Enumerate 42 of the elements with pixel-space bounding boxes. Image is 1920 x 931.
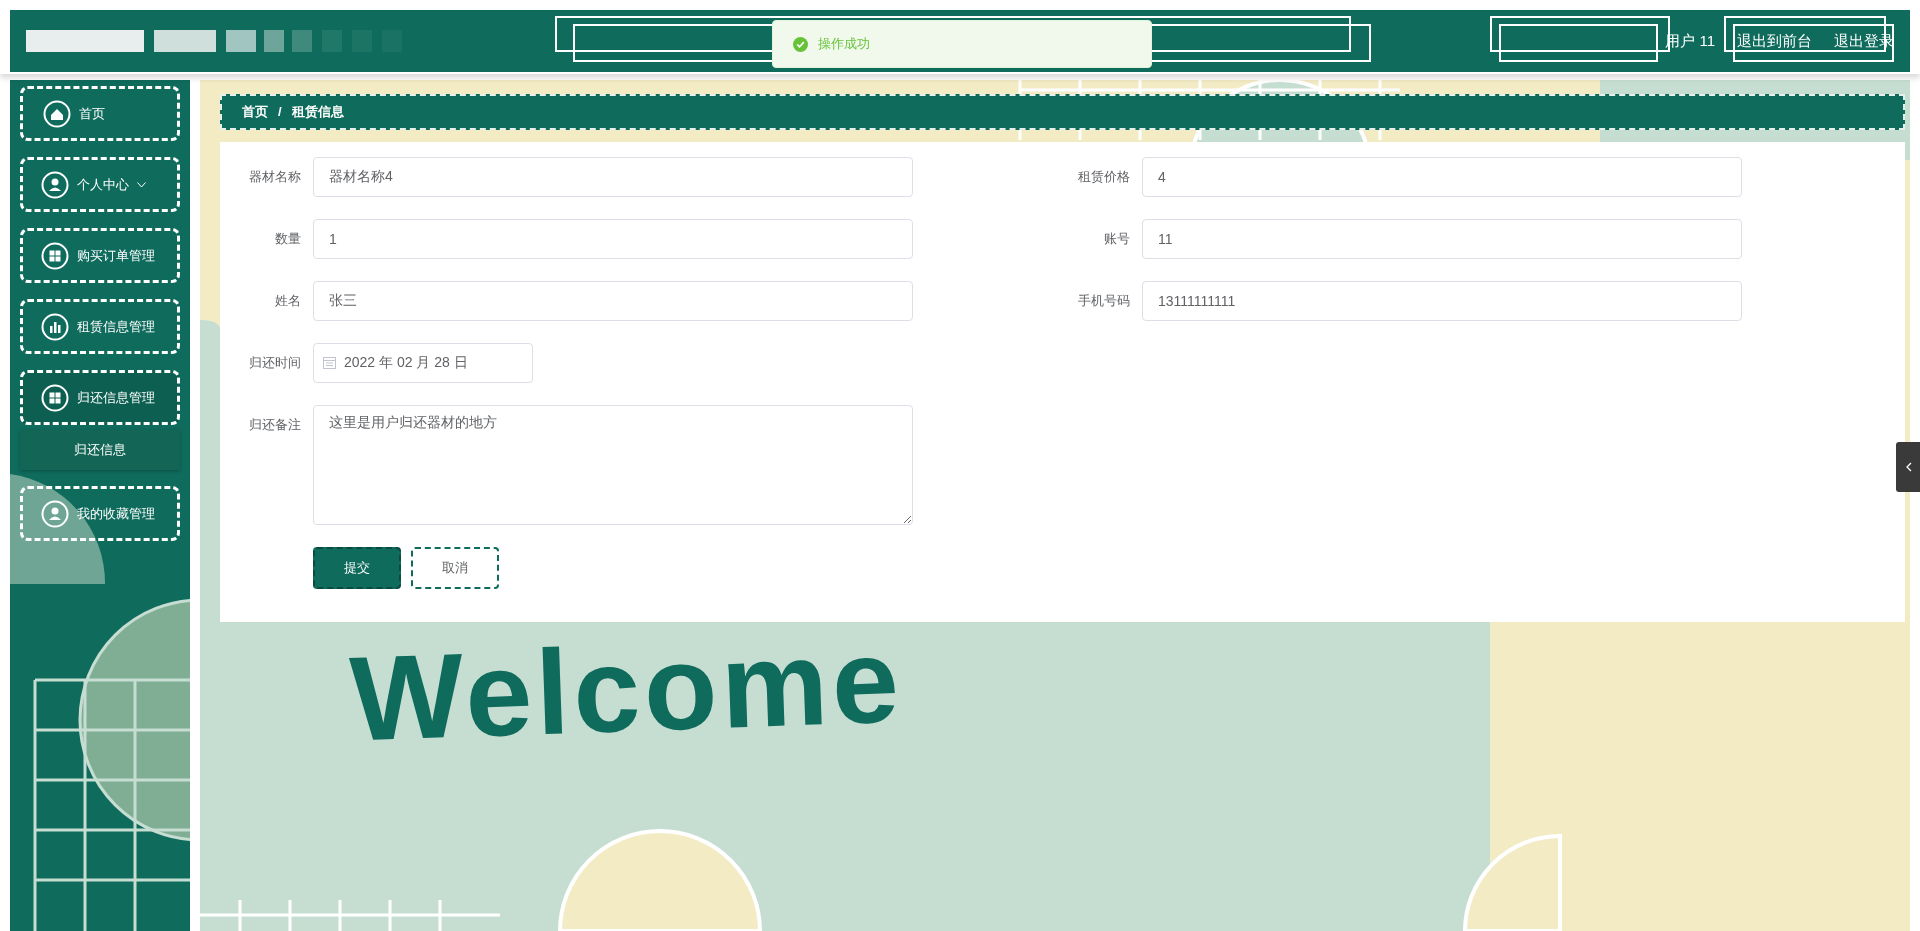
field-label: 租赁价格 (1078, 168, 1130, 186)
home-icon (43, 99, 71, 128)
collapse-tab[interactable] (1896, 442, 1920, 492)
chevron-left-icon (1904, 462, 1912, 472)
header-link[interactable]: 退出到前台 (1737, 29, 1812, 53)
text-field[interactable]: 器材名称4 (313, 157, 913, 197)
user-icon (41, 170, 69, 199)
calendar-icon (323, 356, 336, 369)
sidebar-menu-item[interactable]: 个人中心 (20, 157, 180, 212)
field-label: 归还备注 (249, 416, 301, 434)
field-label: 器材名称 (249, 168, 301, 186)
sidebar-menu-item[interactable]: 首页 (20, 86, 180, 141)
sidebar-menu-item[interactable]: 我的收藏管理 (20, 486, 180, 541)
breadcrumb-link[interactable]: 首页 (242, 102, 268, 122)
field-label: 数量 (275, 230, 301, 248)
breadcrumb-separator: / (278, 103, 282, 122)
submit-button[interactable]: 提交 (313, 547, 401, 589)
submenu-item[interactable]: 归还信息 (20, 430, 180, 470)
cancel-button[interactable]: 取消 (411, 547, 499, 589)
grid-icon (41, 383, 69, 412)
text-field[interactable]: 11 (1142, 219, 1742, 259)
remark-textarea[interactable]: 这里是用户归还器材的地方 (313, 405, 913, 525)
user-icon (41, 499, 69, 528)
text-field[interactable]: 张三 (313, 281, 913, 321)
sidebar-menu-item[interactable]: 归还信息管理 (20, 370, 180, 425)
field-label: 归还时间 (249, 354, 301, 372)
text-field[interactable]: 4 (1142, 157, 1742, 197)
text-field[interactable]: 13111111111 (1142, 281, 1742, 321)
caret-down-icon (137, 181, 146, 188)
breadcrumb-link[interactable]: 租赁信息 (291, 102, 344, 122)
field-label: 账号 (1104, 230, 1130, 248)
text-field[interactable]: 1 (313, 219, 913, 259)
sidebar-menu-item[interactable]: 租赁信息管理 (20, 299, 180, 354)
field-label: 姓名 (275, 292, 301, 310)
toast-message: 操作成功 (772, 20, 1152, 68)
sidebar-menu-item[interactable]: 购买订单管理 (20, 228, 180, 283)
check-circle-icon (793, 36, 808, 52)
grid-icon (41, 241, 69, 270)
welcome-title: Welcome (347, 614, 905, 764)
date-field[interactable]: 2022 年 02 月 28 日 (313, 343, 533, 383)
field-label: 手机号码 (1078, 292, 1130, 310)
bar-chart-icon (41, 312, 69, 341)
